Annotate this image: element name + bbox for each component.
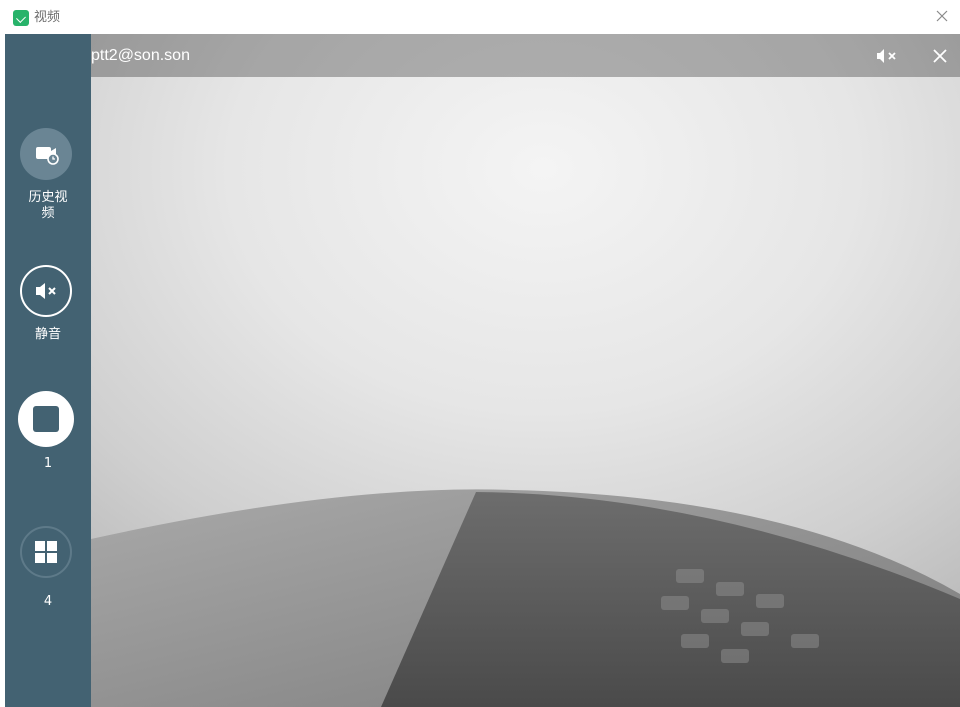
single-view-label: 1: [43, 456, 53, 471]
video-top-bar: ptt2@son.son: [91, 34, 960, 77]
history-video-button[interactable]: [20, 128, 72, 180]
video-app-icon: [13, 10, 29, 26]
close-icon[interactable]: [930, 46, 950, 66]
quad-view-button[interactable]: [20, 526, 72, 578]
quad-view-label: 4: [43, 594, 53, 609]
mute-icon: [36, 283, 56, 299]
window-title: 视频: [34, 10, 61, 25]
speaker-mute-icon[interactable]: [875, 46, 903, 66]
history-video-label: 历史视频: [28, 190, 68, 221]
video-history-icon: [36, 147, 59, 165]
single-view-icon: [33, 406, 59, 432]
sidebar: 历史视频 静音 1 4: [5, 34, 91, 707]
caller-name: ptt2@son.son: [91, 47, 190, 64]
quad-view-icon: [35, 541, 57, 563]
mute-button[interactable]: [20, 265, 72, 317]
title-bar: 视频: [0, 0, 960, 34]
video-frame: [91, 34, 960, 707]
mute-label: 静音: [34, 327, 61, 342]
close-icon[interactable]: [934, 8, 950, 24]
single-view-button[interactable]: [18, 391, 74, 447]
video-view[interactable]: ptt2@son.son: [91, 34, 960, 707]
